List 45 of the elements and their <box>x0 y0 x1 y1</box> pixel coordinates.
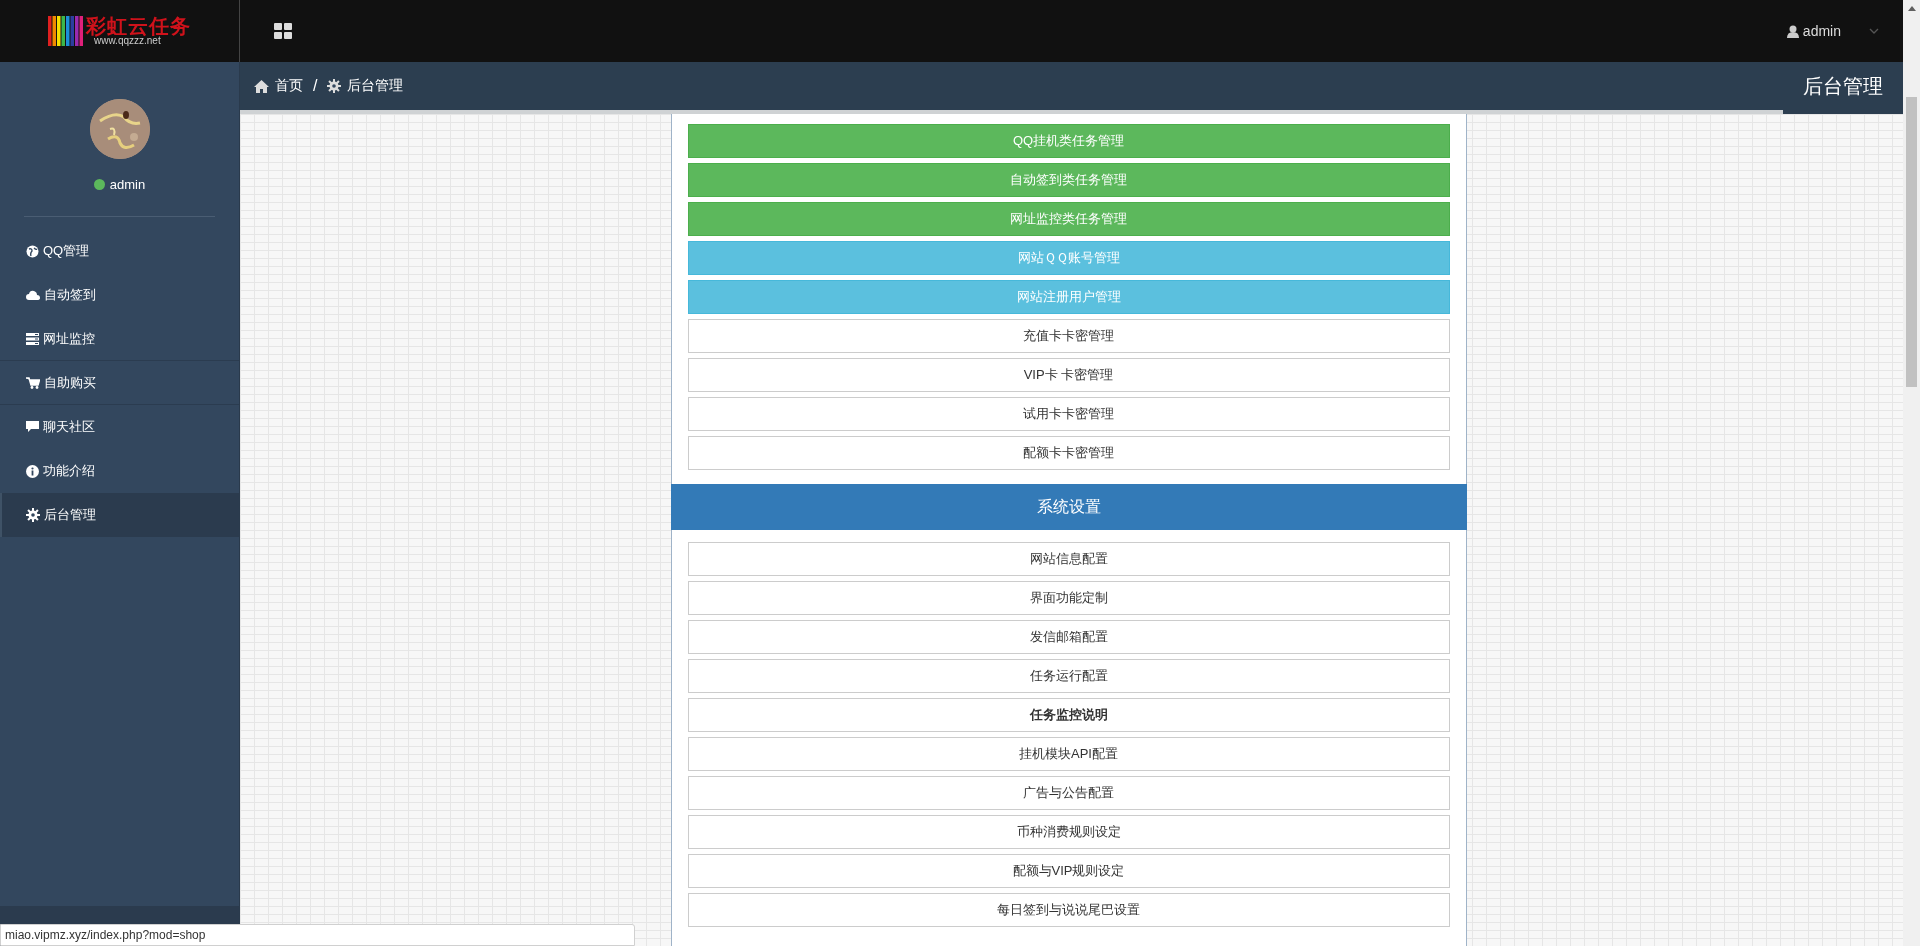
settings-button[interactable]: 网站信息配置 <box>687 542 1450 576</box>
sidebar-item[interactable]: 后台管理 <box>0 493 239 537</box>
settings-button[interactable]: 每日签到与说说尾巴设置 <box>687 893 1450 927</box>
chevron-down-icon[interactable] <box>1869 28 1879 34</box>
section-header: 系统设置 <box>670 484 1467 530</box>
grid-menu-icon[interactable] <box>274 23 292 39</box>
cloud-icon <box>26 290 40 300</box>
server-icon <box>26 332 39 345</box>
scrollbar[interactable] <box>1903 0 1920 946</box>
settings-button[interactable]: 配额与VIP规则设定 <box>687 854 1450 888</box>
chat-bubble-icon <box>26 421 39 433</box>
menu-button[interactable]: 试用卡卡密管理 <box>687 397 1450 431</box>
menu-button[interactable]: VIP卡 卡密管理 <box>687 358 1450 392</box>
user-icon <box>1786 24 1799 38</box>
sidebar-item[interactable]: 自助购买 <box>0 361 239 405</box>
gear-icon <box>26 508 40 522</box>
sidebar-item[interactable]: 聊天社区 <box>0 405 239 449</box>
cart-icon <box>26 376 40 389</box>
logo-title: 彩虹云任务 <box>86 16 191 36</box>
menu-button[interactable]: 配额卡卡密管理 <box>687 436 1450 470</box>
rainbow-logo-icon <box>48 16 84 46</box>
settings-button[interactable]: 界面功能定制 <box>687 581 1450 615</box>
sidebar-item[interactable]: 网址监控 <box>0 317 239 361</box>
gear-icon <box>327 79 342 93</box>
status-url-tooltip: miao.vipmz.xyz/index.php?mod=shop <box>0 924 635 946</box>
scrollbar-thumb[interactable] <box>1906 97 1917 387</box>
sidebar-item[interactable]: QQ管理 <box>0 229 239 273</box>
user-menu[interactable]: admin <box>1786 23 1841 39</box>
username: admin <box>109 177 146 192</box>
breadcrumb-link[interactable]: 首页 <box>275 77 303 95</box>
settings-button[interactable]: 币种消费规则设定 <box>687 815 1450 849</box>
settings-button[interactable]: 广告与公告配置 <box>687 776 1450 810</box>
sidebar-item[interactable]: 功能介绍 <box>0 449 239 493</box>
sidebar-item[interactable]: 自动签到 <box>0 273 239 317</box>
settings-button[interactable]: 发信邮箱配置 <box>687 620 1450 654</box>
menu-button[interactable]: 充值卡卡密管理 <box>687 319 1450 353</box>
logo-subtitle: www.qqzzz.net <box>94 36 161 46</box>
settings-button[interactable]: 任务运行配置 <box>687 659 1450 693</box>
settings-button[interactable]: 挂机模块API配置 <box>687 737 1450 771</box>
settings-button[interactable]: 任务监控说明 <box>687 698 1450 732</box>
info-icon <box>26 464 39 478</box>
scroll-up-icon[interactable] <box>1907 6 1916 11</box>
breadcrumb-link[interactable]: 后台管理 <box>347 77 404 95</box>
home-icon <box>254 79 269 93</box>
breadcrumb-separator: / <box>313 77 318 95</box>
